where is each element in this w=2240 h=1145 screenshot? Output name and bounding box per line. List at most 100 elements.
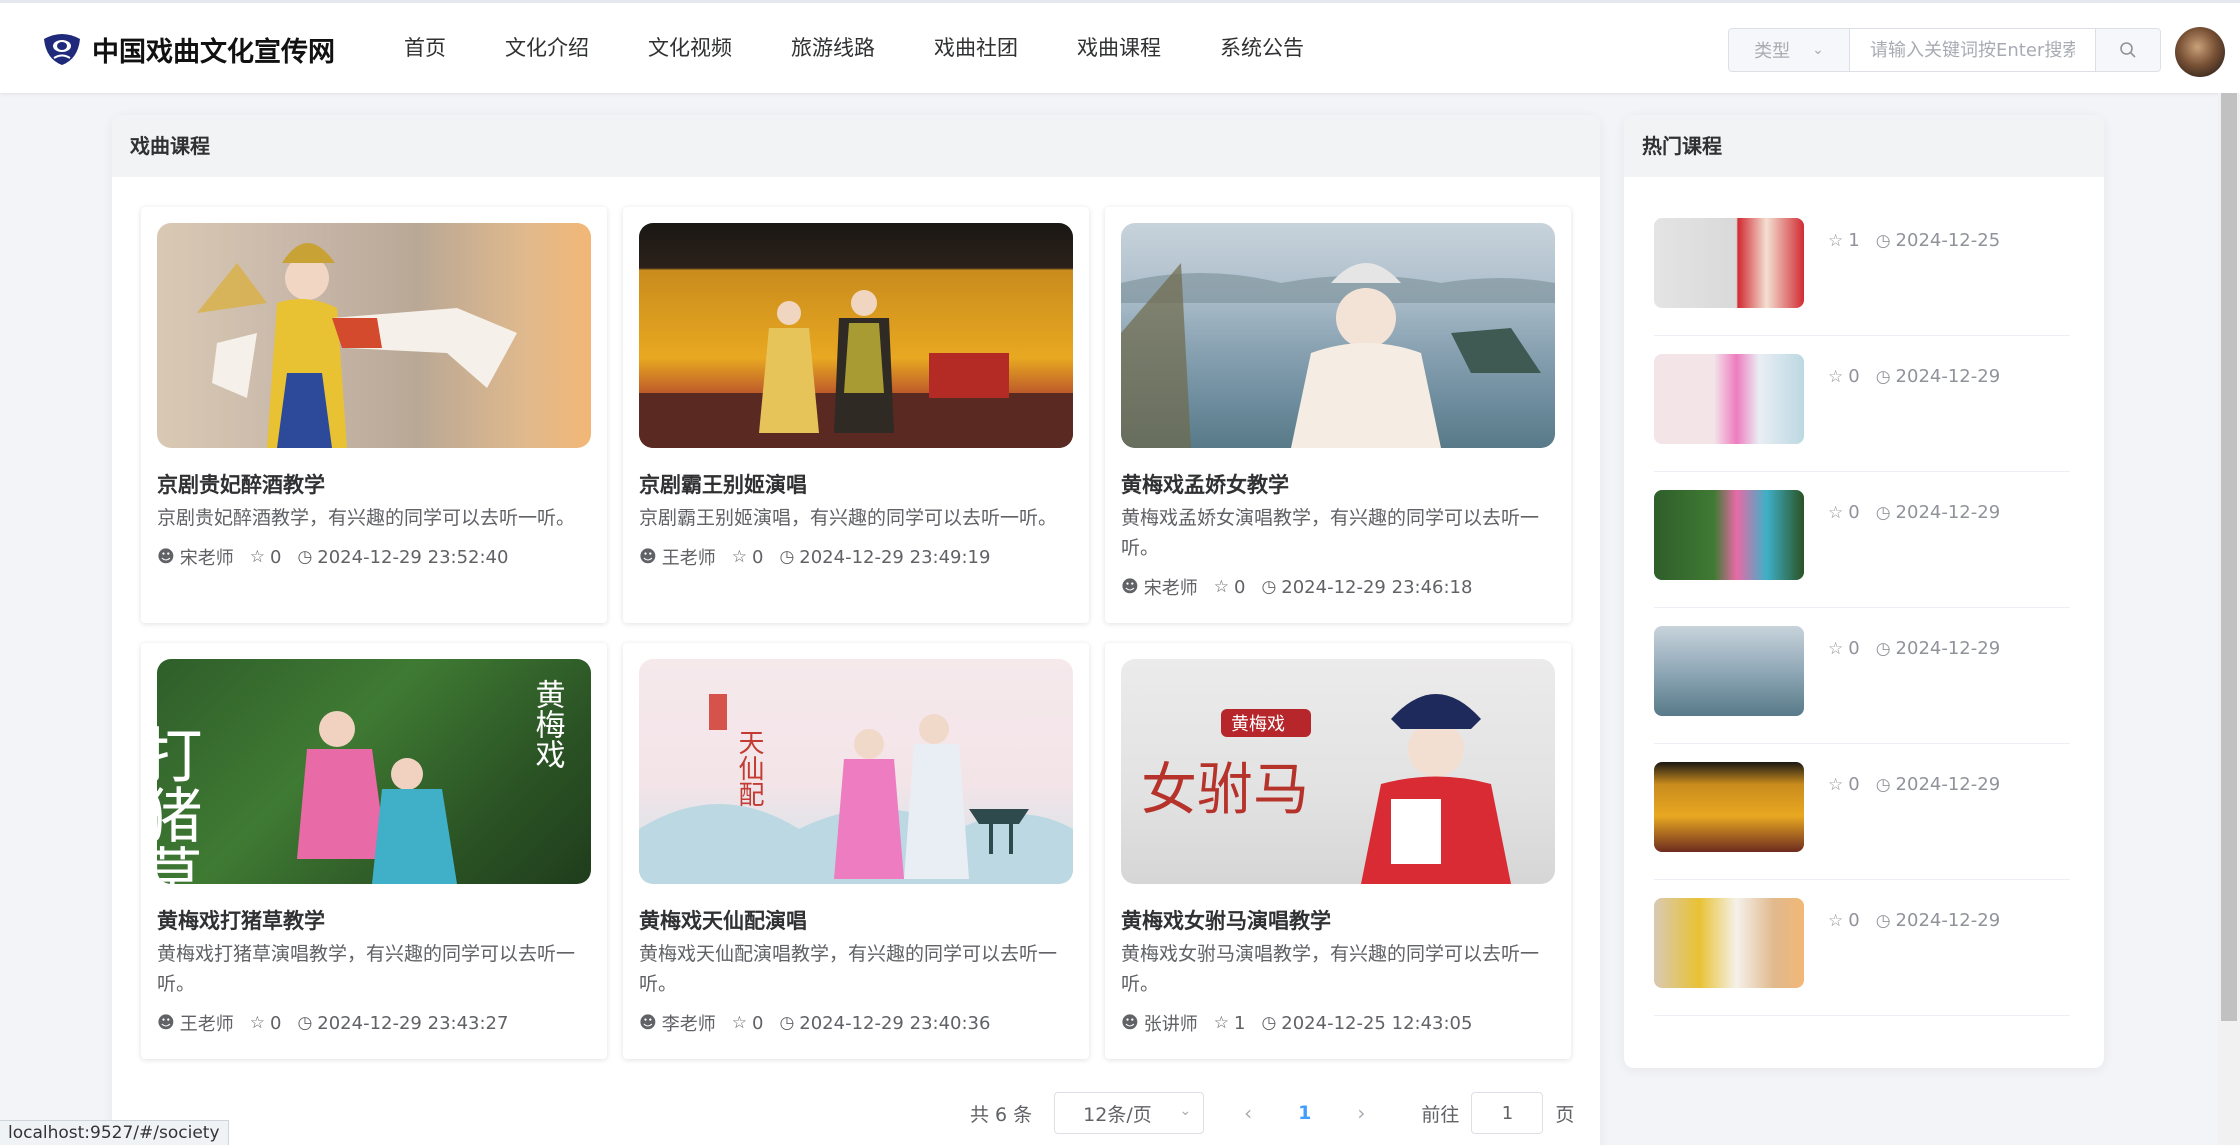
course-stars: 0 bbox=[1233, 576, 1246, 598]
hot-course-item[interactable]: ☆ 1 ◷ 2024-12-25 bbox=[1654, 200, 2070, 336]
hot-course-meta: ☆ 1 ◷ 2024-12-25 bbox=[1828, 230, 2000, 251]
star-icon: ☆ bbox=[1828, 366, 1844, 387]
nav-home[interactable]: 首页 bbox=[404, 32, 446, 62]
type-select[interactable]: 类型 ⌄ bbox=[1729, 29, 1850, 71]
hot-course-date: 2024-12-29 bbox=[1895, 502, 2001, 523]
course-card[interactable]: 京剧霸王别姬演唱 京剧霸王别姬演唱，有兴趣的同学可以去听一听。 ☻ 王老师 ☆ 0 … bbox=[623, 207, 1089, 623]
course-meta: ☻ 张讲师 ☆ 1 ◷ 2024-12-25 12:43:05 bbox=[1121, 1010, 1472, 1036]
chevron-down-icon: ⌄ bbox=[1812, 42, 1824, 58]
hot-thumbnail-guifei[interactable] bbox=[1654, 898, 1804, 988]
next-page-button[interactable]: › bbox=[1357, 1101, 1365, 1125]
course-description: 京剧贵妃醉酒教学，有兴趣的同学可以去听一听。 bbox=[157, 507, 576, 529]
star-icon: ☆ bbox=[1828, 910, 1844, 931]
tianxianpei-illustration: 天仙配 bbox=[639, 694, 1073, 884]
nav-opera-society[interactable]: 戏曲社团 bbox=[934, 32, 1018, 62]
goto-page-input[interactable] bbox=[1471, 1092, 1544, 1134]
hot-thumbnail-dazhucao[interactable] bbox=[1654, 490, 1804, 580]
clock-icon: ◷ bbox=[297, 1013, 313, 1033]
clock-icon: ◷ bbox=[779, 547, 795, 567]
page-number-current[interactable]: 1 bbox=[1298, 1102, 1311, 1124]
search-input[interactable] bbox=[1850, 29, 2095, 71]
nav-travel-routes[interactable]: 旅游线路 bbox=[791, 32, 875, 62]
course-title[interactable]: 黄梅戏打猪草教学 bbox=[157, 905, 325, 935]
page-size-label: 12条/页 bbox=[1083, 1103, 1152, 1126]
course-teacher: 宋老师 bbox=[1143, 578, 1198, 599]
search-bar: 类型 ⌄ bbox=[1728, 28, 2161, 72]
course-meta: ☻ 王老师 ☆ 0 ◷ 2024-12-29 23:49:19 bbox=[639, 544, 990, 570]
course-thumbnail-dazhucao[interactable]: 打猪草 黄梅戏 bbox=[157, 659, 591, 884]
nav-culture-video[interactable]: 文化视频 bbox=[648, 32, 732, 62]
course-teacher: 王老师 bbox=[661, 548, 716, 569]
course-teacher: 李老师 bbox=[661, 1014, 716, 1035]
hot-course-item[interactable]: ☆ 0 ◷ 2024-12-29 bbox=[1654, 472, 2070, 608]
course-time: 2024-12-29 23:43:27 bbox=[317, 1012, 509, 1034]
nav-opera-course[interactable]: 戏曲课程 bbox=[1077, 32, 1161, 62]
hot-thumbnail-tianxianpei[interactable] bbox=[1654, 354, 1804, 444]
hot-course-stars: 0 bbox=[1848, 774, 1860, 795]
star-icon: ☆ bbox=[1828, 638, 1844, 659]
course-card[interactable]: 黄梅戏 女驸马 黄梅戏女驸马演唱教学 黄梅戏女驸马演唱教学，有兴趣的同学可以去听… bbox=[1105, 643, 1571, 1059]
course-card[interactable]: 打猪草 黄梅戏 黄梅戏打猪草教学 黄梅戏打猪草演唱教学，有兴趣的同学可以去听一听… bbox=[141, 643, 607, 1059]
opera-figure-illustration bbox=[197, 243, 517, 448]
site-logo[interactable]: 中国戏曲文化宣传网 bbox=[40, 29, 335, 69]
hot-course-title: 热门课程 bbox=[1624, 115, 2104, 177]
course-title[interactable]: 黄梅戏天仙配演唱 bbox=[639, 905, 807, 935]
lake-illustration bbox=[1121, 263, 1555, 448]
course-title[interactable]: 京剧贵妃醉酒教学 bbox=[157, 469, 325, 499]
course-teacher: 张讲师 bbox=[1143, 1014, 1198, 1035]
clock-icon: ◷ bbox=[1875, 638, 1891, 659]
clock-icon: ◷ bbox=[1875, 230, 1891, 251]
hot-thumbnail-nvfuma[interactable] bbox=[1654, 218, 1804, 308]
status-url-bar: localhost:9527/#/society bbox=[0, 1120, 229, 1145]
hot-course-item[interactable]: ☆ 0 ◷ 2024-12-29 bbox=[1654, 336, 2070, 472]
page-scrollbar[interactable] bbox=[2218, 93, 2240, 1145]
user-avatar[interactable] bbox=[2175, 27, 2225, 77]
nav-culture-intro[interactable]: 文化介绍 bbox=[505, 32, 589, 62]
course-stars: 0 bbox=[269, 1012, 282, 1034]
course-stars: 1 bbox=[1233, 1012, 1246, 1034]
nvfuma-illustration: 黄梅戏 女驸马 bbox=[1141, 694, 1511, 884]
course-thumbnail-bawang[interactable] bbox=[639, 223, 1073, 448]
course-teacher: 宋老师 bbox=[179, 548, 234, 569]
hot-course-item[interactable]: ☆ 0 ◷ 2024-12-29 bbox=[1654, 608, 2070, 744]
course-description: 黄梅戏打猪草演唱教学，有兴趣的同学可以去听一听。 bbox=[157, 943, 576, 995]
course-thumbnail-mengjiao[interactable] bbox=[1121, 223, 1555, 448]
hot-thumbnail-bawang[interactable] bbox=[1654, 762, 1804, 852]
search-button[interactable] bbox=[2095, 29, 2160, 71]
nav-announcement[interactable]: 系统公告 bbox=[1220, 32, 1304, 62]
course-title[interactable]: 京剧霸王别姬演唱 bbox=[639, 469, 807, 499]
hot-course-stars: 0 bbox=[1848, 638, 1860, 659]
course-card[interactable]: 黄梅戏孟娇女教学 黄梅戏孟娇女演唱教学，有兴趣的同学可以去听一听。 ☻ 宋老师 ☆… bbox=[1105, 207, 1571, 623]
course-thumbnail-nvfuma[interactable]: 黄梅戏 女驸马 bbox=[1121, 659, 1555, 884]
course-title[interactable]: 黄梅戏孟娇女教学 bbox=[1121, 469, 1289, 499]
star-icon: ☆ bbox=[1213, 1013, 1229, 1033]
course-stars: 0 bbox=[751, 1012, 764, 1034]
star-icon: ☆ bbox=[1213, 577, 1229, 597]
course-card[interactable]: 京剧贵妃醉酒教学 京剧贵妃醉酒教学，有兴趣的同学可以去听一听。 ☻ 宋老师 ☆ 0 … bbox=[141, 207, 607, 623]
hot-course-date: 2024-12-25 bbox=[1895, 230, 2001, 251]
thumb-badge-text: 黄梅戏 bbox=[1231, 714, 1285, 735]
hot-course-stars: 0 bbox=[1848, 502, 1860, 523]
course-thumbnail-tianxianpei[interactable]: 天仙配 bbox=[639, 659, 1073, 884]
scrollbar-thumb[interactable] bbox=[2221, 93, 2237, 1021]
opera-mask-icon bbox=[44, 34, 80, 65]
course-description: 黄梅戏天仙配演唱教学，有兴趣的同学可以去听一听。 bbox=[639, 943, 1058, 995]
clock-icon: ◷ bbox=[1875, 366, 1891, 387]
prev-page-button[interactable]: ‹ bbox=[1244, 1101, 1252, 1125]
course-description: 黄梅戏女驸马演唱教学，有兴趣的同学可以去听一听。 bbox=[1121, 943, 1540, 995]
goto-suffix: 页 bbox=[1555, 1103, 1575, 1126]
course-time: 2024-12-29 23:49:19 bbox=[799, 546, 991, 568]
course-meta: ☻ 宋老师 ☆ 0 ◷ 2024-12-29 23:46:18 bbox=[1121, 574, 1472, 600]
hot-thumbnail-mengjiao[interactable] bbox=[1654, 626, 1804, 716]
hot-course-item[interactable]: ☆ 0 ◷ 2024-12-29 bbox=[1654, 880, 2070, 1016]
course-time: 2024-12-25 12:43:05 bbox=[1281, 1012, 1473, 1034]
course-card[interactable]: 天仙配 黄梅戏天仙配演唱 黄梅戏天仙配演唱教学，有兴趣的同学可以去听一听。 ☻ 李… bbox=[623, 643, 1089, 1059]
course-stars: 0 bbox=[269, 546, 282, 568]
course-thumbnail-guifei[interactable] bbox=[157, 223, 591, 448]
chevron-down-icon: ⌄ bbox=[1179, 1103, 1192, 1119]
course-title[interactable]: 黄梅戏女驸马演唱教学 bbox=[1121, 905, 1331, 935]
page-size-select[interactable]: 12条/页 ⌄ bbox=[1054, 1092, 1205, 1134]
course-description: 黄梅戏孟娇女演唱教学，有兴趣的同学可以去听一听。 bbox=[1121, 507, 1540, 559]
hot-course-item[interactable]: ☆ 0 ◷ 2024-12-29 bbox=[1654, 744, 2070, 880]
search-icon bbox=[2120, 42, 2136, 58]
